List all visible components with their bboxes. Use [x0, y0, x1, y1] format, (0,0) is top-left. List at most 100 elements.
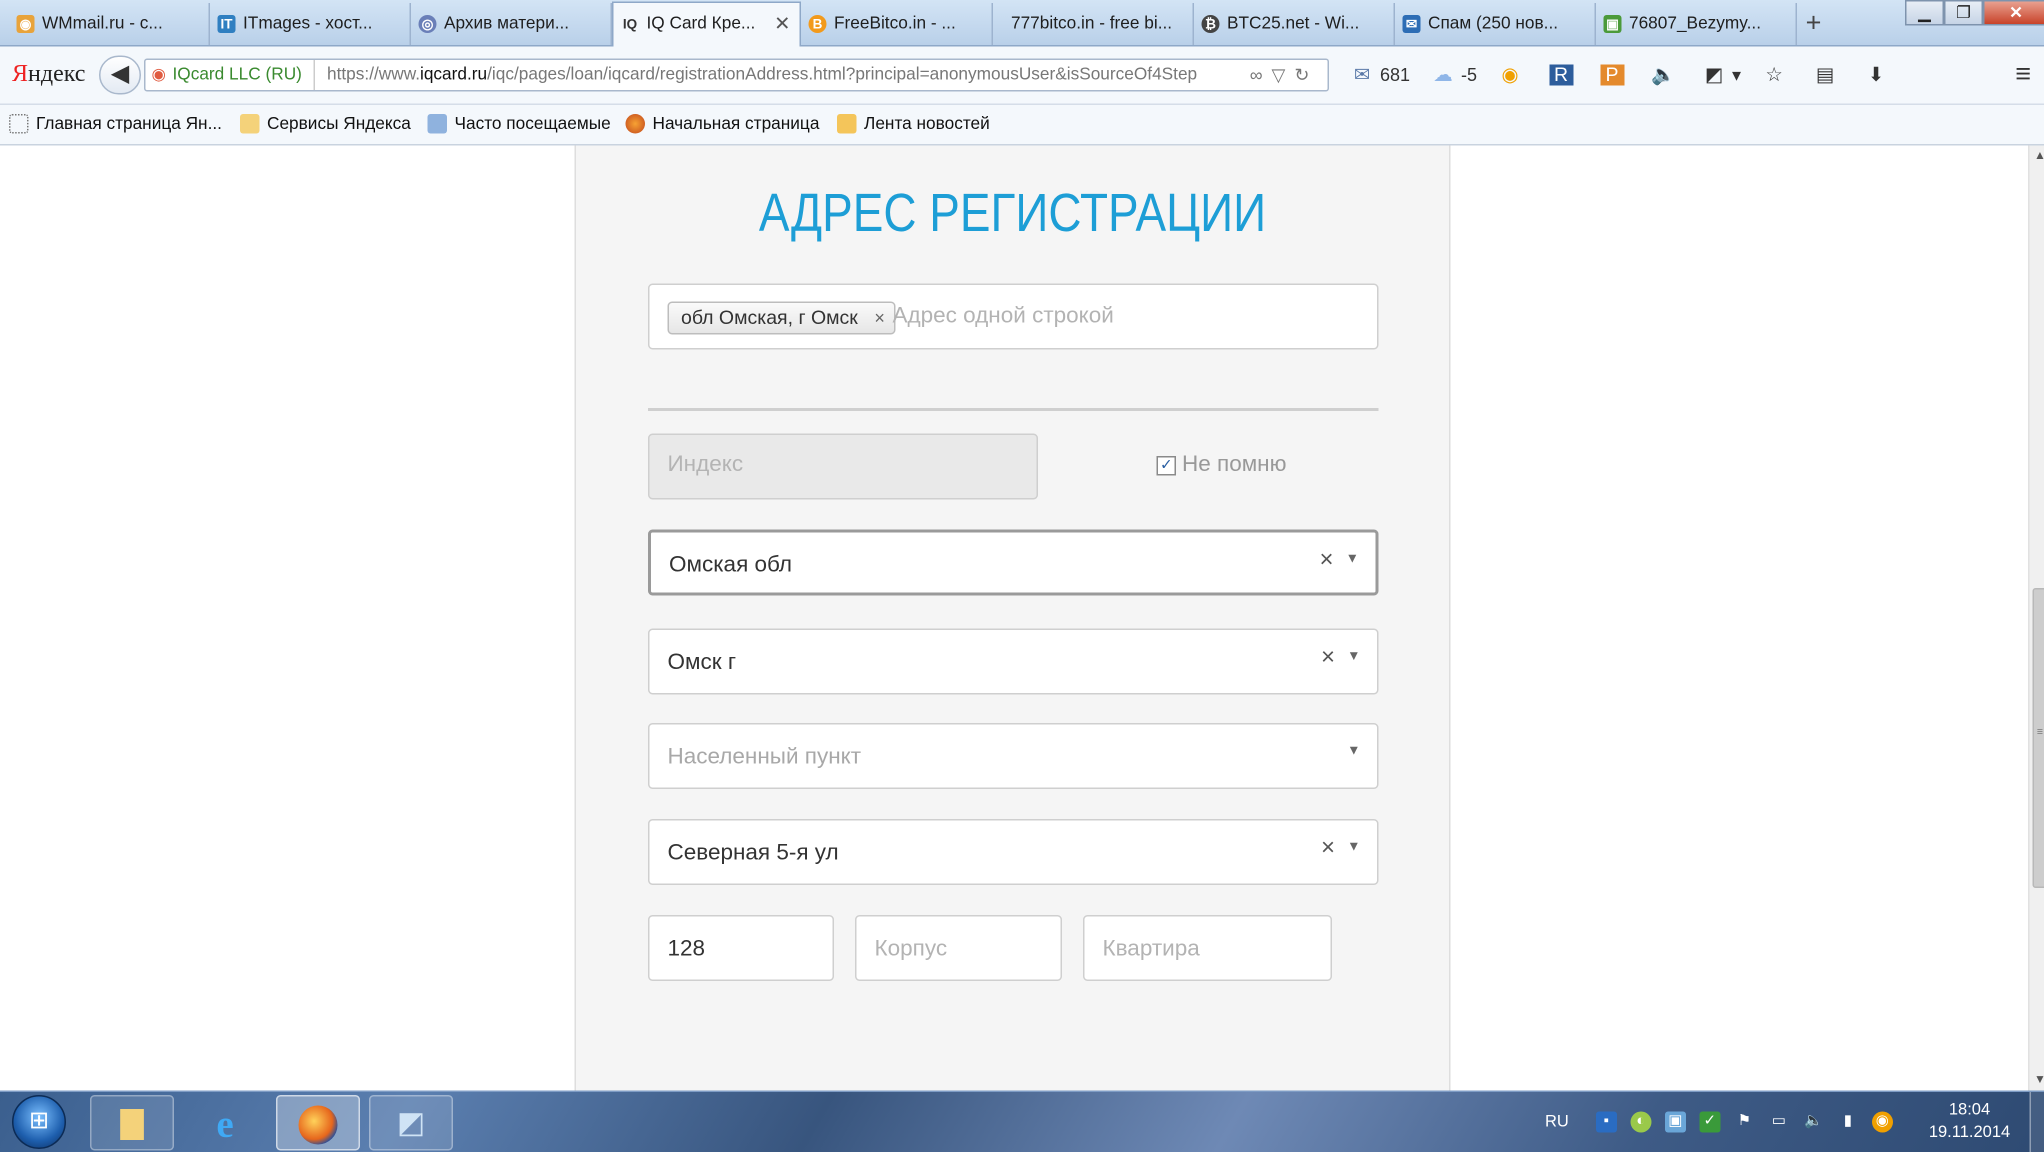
close-tab-icon[interactable]: ✕ [774, 3, 790, 45]
network-icon[interactable]: ▭ [1768, 1112, 1789, 1133]
taskbar-ie[interactable]: e [183, 1095, 267, 1151]
flag-icon[interactable]: ⚑ [1734, 1112, 1755, 1133]
url-text[interactable]: https://www.iqcard.ru/iqc/pages/loan/iqc… [314, 60, 1228, 90]
tab-label: 76807_Bezymy... [1629, 15, 1761, 33]
street-select[interactable]: Северная 5-я ул × ▼ [648, 819, 1379, 885]
power-icon[interactable]: ▮ [1837, 1112, 1858, 1133]
street-value: Северная 5-я ул [668, 837, 839, 870]
taskbar-app[interactable]: ◩ [369, 1095, 453, 1151]
locality-select[interactable]: Населенный пункт ▼ [648, 723, 1379, 789]
smart-folder-icon [428, 114, 448, 134]
house-input[interactable]: 128 [648, 915, 834, 981]
r-extension-button[interactable]: R [1549, 65, 1579, 86]
building-input[interactable]: Корпус [855, 915, 1062, 981]
new-tab-button[interactable]: + [1797, 5, 1830, 41]
tab-archive[interactable]: ◎ Архив матери... [411, 3, 612, 45]
postal-index-input[interactable]: Индекс [648, 434, 1038, 500]
menu-hamburger-icon[interactable]: ≡ [2015, 59, 2031, 91]
p-icon: P [1600, 65, 1624, 86]
dropdown-arrow-icon[interactable]: ▼ [1346, 551, 1359, 566]
tab-label: BTC25.net - Wi... [1227, 15, 1359, 33]
dont-remember-checkbox[interactable]: ✓ Не помню [1157, 450, 1287, 480]
tab-iqcard[interactable]: IQ IQ Card Кре... ✕ [612, 2, 801, 47]
reload-icon[interactable]: ↻ [1294, 65, 1318, 86]
network-tool-icon[interactable]: ▪ [1596, 1112, 1617, 1133]
close-window-button[interactable]: ✕ [1983, 0, 2044, 26]
apartment-input[interactable]: Квартира [1083, 915, 1332, 981]
scroll-up-icon[interactable]: ▲ [2030, 146, 2044, 167]
bookmark-start-page[interactable]: Начальная страница [626, 113, 820, 137]
yandex-logo[interactable]: Яндекс [12, 62, 85, 89]
address-bar[interactable]: IQcard LLC (RU) https://www.iqcard.ru/iq… [144, 59, 1329, 92]
chevron-down-icon[interactable]: ▾ [1732, 65, 1741, 86]
bookmark-star-button[interactable]: ☆ [1762, 65, 1792, 86]
update-icon[interactable]: ◐ [1630, 1112, 1651, 1133]
downloads-button[interactable]: ⬇ [1864, 65, 1894, 86]
checkbox-checked-icon[interactable]: ✓ [1157, 456, 1177, 476]
restore-button[interactable]: ❐ [1944, 0, 1983, 26]
scrollbar-thumb[interactable]: ≡ [2033, 588, 2044, 888]
page-content: АДРЕС РЕГИСТРАЦИИ обл Омская, г Омск × А… [0, 146, 2028, 1091]
internet-explorer-icon: e [216, 1103, 233, 1147]
tab-freebitcoin[interactable]: B FreeBitco.in - ... [801, 3, 993, 45]
sound-button[interactable]: 🔈 [1651, 65, 1681, 86]
system-clock[interactable]: 18:04 19.11.2014 [1917, 1100, 2022, 1145]
show-desktop-button[interactable] [2030, 1092, 2044, 1152]
region-select[interactable]: Омская обл × ▼ [648, 530, 1379, 596]
firefox-icon [626, 114, 646, 134]
tab-spam[interactable]: ✉ Спам (250 нов... [1395, 3, 1596, 45]
bookmark-yandex-home[interactable]: Главная страница Ян... [9, 113, 222, 137]
yandex-mail-button[interactable]: ✉681 [1350, 65, 1410, 86]
clear-icon[interactable]: × [1319, 548, 1333, 575]
yandex-money-button[interactable]: ◉ [1498, 65, 1528, 86]
back-arrow-icon: ◀ [111, 62, 129, 88]
reader-glasses-icon[interactable]: ∞ [1250, 65, 1272, 86]
puzzle-icon: ◩ [1702, 65, 1726, 86]
dropdown-icon[interactable]: ▽ [1272, 65, 1295, 86]
bookmarks-list-button[interactable]: ▤ [1813, 65, 1843, 86]
shield-icon[interactable]: ✓ [1699, 1112, 1720, 1133]
dropdown-arrow-icon[interactable]: ▼ [1347, 648, 1360, 663]
yandex-logo-text: ндекс [28, 62, 85, 88]
building-placeholder: Корпус [875, 933, 948, 966]
taskbar-firefox[interactable] [276, 1095, 360, 1151]
scroll-down-icon[interactable]: ▼ [2030, 1070, 2044, 1091]
chip-remove-icon[interactable]: × [874, 303, 885, 333]
bookmark-label: Лента новостей [864, 116, 990, 134]
address-one-line-input[interactable]: обл Омская, г Омск × Адрес одной строкой [648, 284, 1379, 350]
url-actions: ∞▽↻ [1250, 60, 1319, 90]
bookmark-most-visited[interactable]: Часто посещаемые [428, 113, 611, 137]
tab-wmmail[interactable]: ◉ WMmail.ru - с... [9, 3, 210, 45]
bookmarks-bar: Главная страница Ян... Сервисы Яндекса Ч… [0, 105, 2044, 146]
bookmark-yandex-services[interactable]: Сервисы Яндекса [240, 113, 411, 137]
bookmark-news-feed[interactable]: Лента новостей [837, 113, 990, 137]
dropdown-arrow-icon[interactable]: ▼ [1347, 743, 1360, 758]
city-select[interactable]: Омск г × ▼ [648, 629, 1379, 695]
taskbar-explorer[interactable]: ▇ [90, 1095, 174, 1151]
weather-temp: -5 [1461, 65, 1477, 86]
minimize-button[interactable]: ▁ [1905, 0, 1944, 26]
tab-btc25[interactable]: ₿ BTC25.net - Wi... [1194, 3, 1395, 45]
start-button[interactable]: ⊞ [12, 1095, 66, 1149]
extension-button[interactable]: ◩▾ [1702, 65, 1741, 86]
locality-placeholder: Населенный пункт [668, 741, 862, 774]
clear-icon[interactable]: × [1321, 836, 1335, 863]
vertical-scrollbar[interactable]: ▲ ≡ ▼ [2028, 146, 2044, 1091]
language-indicator[interactable]: RU [1545, 1113, 1569, 1131]
back-button[interactable]: ◀ [99, 56, 141, 95]
tab-image[interactable]: ▣ 76807_Bezymy... [1596, 3, 1797, 45]
tab-777bitcoin[interactable]: 777bitco.in - free bi... [993, 3, 1194, 45]
tab-itmages[interactable]: IT ITmages - хост... [210, 3, 411, 45]
dropdown-arrow-icon[interactable]: ▼ [1347, 839, 1360, 854]
screen: ◉ WMmail.ru - с... IT ITmages - хост... … [0, 0, 2044, 1152]
weather-button[interactable]: ☁-5 [1431, 65, 1477, 86]
p-extension-button[interactable]: P [1600, 65, 1630, 86]
clear-icon[interactable]: × [1321, 645, 1335, 672]
mail-icon: ✉ [1403, 15, 1421, 33]
address-chip[interactable]: обл Омская, г Омск × [668, 302, 896, 335]
volume-icon[interactable]: 🔈 [1803, 1112, 1824, 1133]
site-identity[interactable]: IQcard LLC (RU) [152, 60, 302, 90]
grip-icon: ≡ [2036, 731, 2044, 736]
display-icon[interactable]: ▣ [1665, 1112, 1686, 1133]
coin-icon[interactable]: ◉ [1872, 1112, 1893, 1133]
